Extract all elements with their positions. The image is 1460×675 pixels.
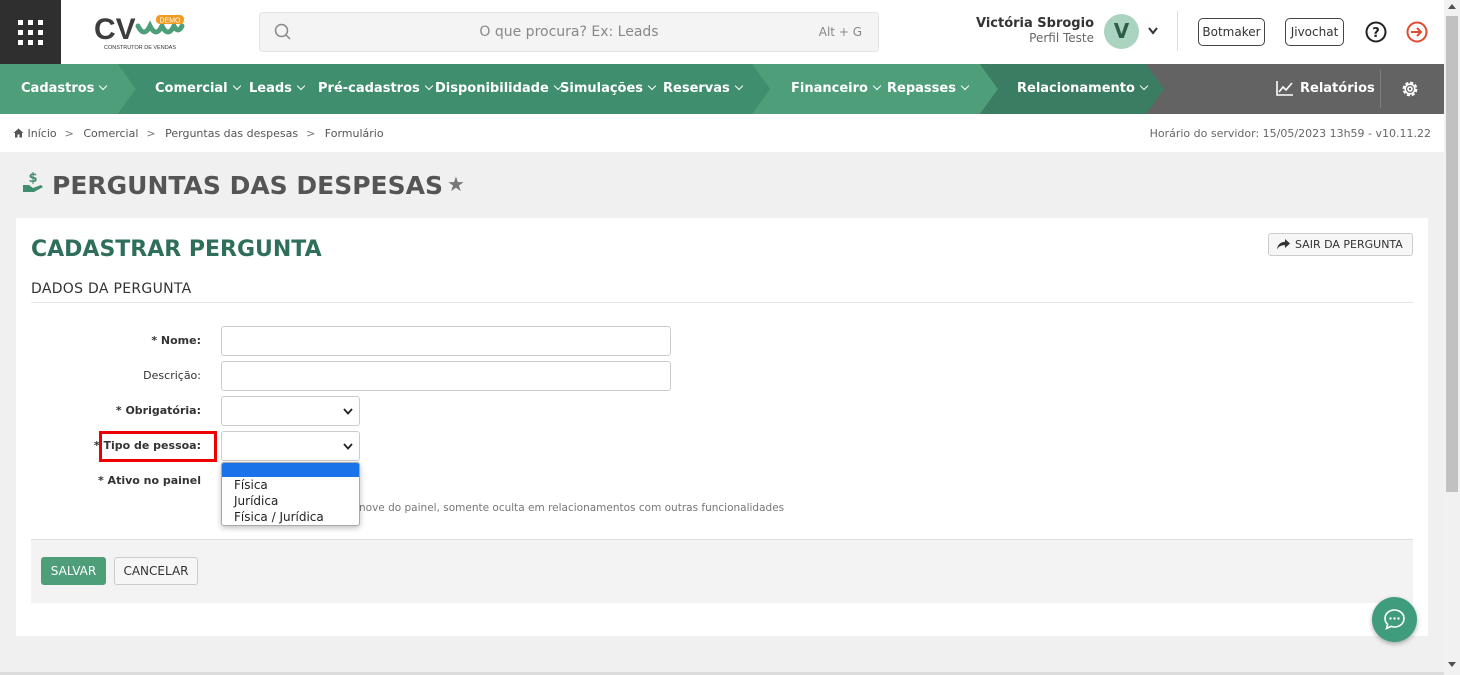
obrigatoria-label: * Obrigatória: bbox=[115, 404, 201, 417]
server-time: Horário do servidor: 15/05/2023 13h59 - … bbox=[1149, 127, 1431, 140]
user-info[interactable]: Victória Sbrogio Perfil Teste bbox=[976, 16, 1094, 46]
chevron-down-icon bbox=[343, 443, 353, 450]
nome-input[interactable] bbox=[221, 326, 671, 356]
logo-tag: DEMO bbox=[160, 18, 182, 25]
scroll-up-icon[interactable] bbox=[1448, 4, 1456, 9]
search-placeholder: O que procura? Ex: Leads bbox=[479, 24, 659, 40]
nav-pre-cadastros[interactable]: Pré-cadastros bbox=[318, 64, 433, 114]
dropdown-option-empty[interactable] bbox=[222, 463, 359, 477]
exit-question-button[interactable]: SAIR DA PERGUNTA bbox=[1268, 233, 1413, 256]
breadcrumb-comercial[interactable]: Comercial bbox=[83, 127, 138, 140]
descricao-input[interactable] bbox=[221, 361, 671, 391]
chart-line-icon bbox=[1276, 80, 1293, 96]
top-header: CV DEMO CONSTRUTOR DE VENDAS O que procu… bbox=[0, 0, 1444, 64]
breadcrumb: Início > Comercial > Perguntas das despesa… bbox=[0, 114, 1444, 152]
form-footer: SALVAR CANCELAR bbox=[31, 539, 1413, 603]
scrollbar-thumb[interactable] bbox=[1446, 16, 1458, 492]
divider bbox=[31, 302, 1413, 303]
money-hand-icon: $ bbox=[22, 169, 44, 199]
highlight-box bbox=[99, 431, 217, 462]
dropdown-option-fisica[interactable]: Física bbox=[222, 477, 359, 493]
scroll-down-icon[interactable] bbox=[1448, 662, 1456, 667]
search-shortcut: Alt + G bbox=[818, 25, 862, 39]
user-profile: Perfil Teste bbox=[1029, 31, 1094, 45]
dropdown-option-fisica-juridica[interactable]: Física / Jurídica bbox=[222, 509, 359, 525]
nav-comercial[interactable]: Comercial bbox=[155, 64, 241, 114]
logo-subtitle: CONSTRUTOR DE VENDAS bbox=[104, 45, 176, 51]
home-icon[interactable] bbox=[13, 128, 24, 138]
nav-simulacoes[interactable]: Simulações bbox=[560, 64, 657, 114]
favorite-star-icon[interactable]: ★ bbox=[447, 172, 465, 196]
botmaker-button[interactable]: Botmaker bbox=[1198, 18, 1265, 46]
ativo-label: * Ativo no painel bbox=[97, 474, 201, 487]
divider bbox=[1177, 11, 1178, 51]
cancel-button[interactable]: CANCELAR bbox=[114, 557, 198, 585]
logout-icon[interactable] bbox=[1406, 21, 1428, 43]
section-title: DADOS DA PERGUNTA bbox=[31, 281, 192, 297]
avatar[interactable]: V bbox=[1104, 14, 1139, 49]
nav-financeiro[interactable]: Financeiro bbox=[791, 64, 882, 114]
descricao-label: Descrição: bbox=[143, 369, 201, 382]
chat-bubble-icon bbox=[1384, 609, 1405, 630]
breadcrumb-formulario: Formulário bbox=[324, 127, 384, 140]
apps-grid-icon[interactable] bbox=[0, 0, 61, 64]
chevron-down-icon bbox=[343, 408, 353, 415]
obrigatoria-select[interactable] bbox=[221, 396, 360, 426]
logo-text: CV bbox=[94, 13, 136, 46]
nav-cadastros[interactable]: Cadastros bbox=[21, 64, 108, 114]
help-icon[interactable]: ? bbox=[1365, 21, 1387, 43]
chat-button[interactable] bbox=[1372, 597, 1417, 642]
tipo-pessoa-select[interactable] bbox=[221, 431, 360, 461]
logo[interactable]: CV DEMO CONSTRUTOR DE VENDAS bbox=[94, 12, 186, 54]
nav-relatorios[interactable]: Relatórios bbox=[1276, 64, 1375, 114]
page-title: $ PERGUNTAS DAS DESPESAS ★ bbox=[22, 171, 465, 202]
search-bar[interactable]: O que procura? Ex: Leads Alt + G bbox=[259, 12, 879, 52]
tipo-pessoa-dropdown-list: Física Jurídica Física / Jurídica bbox=[221, 462, 360, 526]
form-title: CADASTRAR PERGUNTA bbox=[31, 237, 322, 262]
breadcrumb-perguntas[interactable]: Perguntas das despesas bbox=[165, 127, 298, 140]
svg-text:?: ? bbox=[1372, 26, 1380, 41]
nav-reservas[interactable]: Reservas bbox=[663, 64, 744, 114]
nav-leads[interactable]: Leads bbox=[249, 64, 306, 114]
scrollbar[interactable] bbox=[1444, 0, 1460, 675]
chevron-down-icon[interactable] bbox=[1147, 26, 1159, 36]
nome-label: * Nome: bbox=[151, 334, 201, 347]
share-arrow-icon bbox=[1277, 239, 1290, 250]
breadcrumb-inicio[interactable]: Início bbox=[28, 127, 57, 140]
nav-relacionamento[interactable]: Relacionamento bbox=[1017, 64, 1149, 114]
nav-disponibilidade[interactable]: Disponibilidade bbox=[435, 64, 563, 114]
user-name: Victória Sbrogio bbox=[975, 16, 1094, 31]
form-card: CADASTRAR PERGUNTA SAIR DA PERGUNTA DADO… bbox=[16, 218, 1428, 636]
divider bbox=[1380, 70, 1381, 108]
save-button[interactable]: SALVAR bbox=[41, 557, 106, 585]
jivochat-button[interactable]: Jivochat bbox=[1285, 18, 1344, 46]
dropdown-option-juridica[interactable]: Jurídica bbox=[222, 493, 359, 509]
main-nav: Cadastros Comercial Leads Pré-cadastros … bbox=[0, 64, 1444, 114]
svg-text:$: $ bbox=[28, 171, 37, 186]
gear-icon[interactable] bbox=[1400, 79, 1420, 99]
ativo-hint: nove do painel, somente oculta em relaci… bbox=[359, 502, 785, 514]
nav-repasses[interactable]: Repasses bbox=[887, 64, 970, 114]
